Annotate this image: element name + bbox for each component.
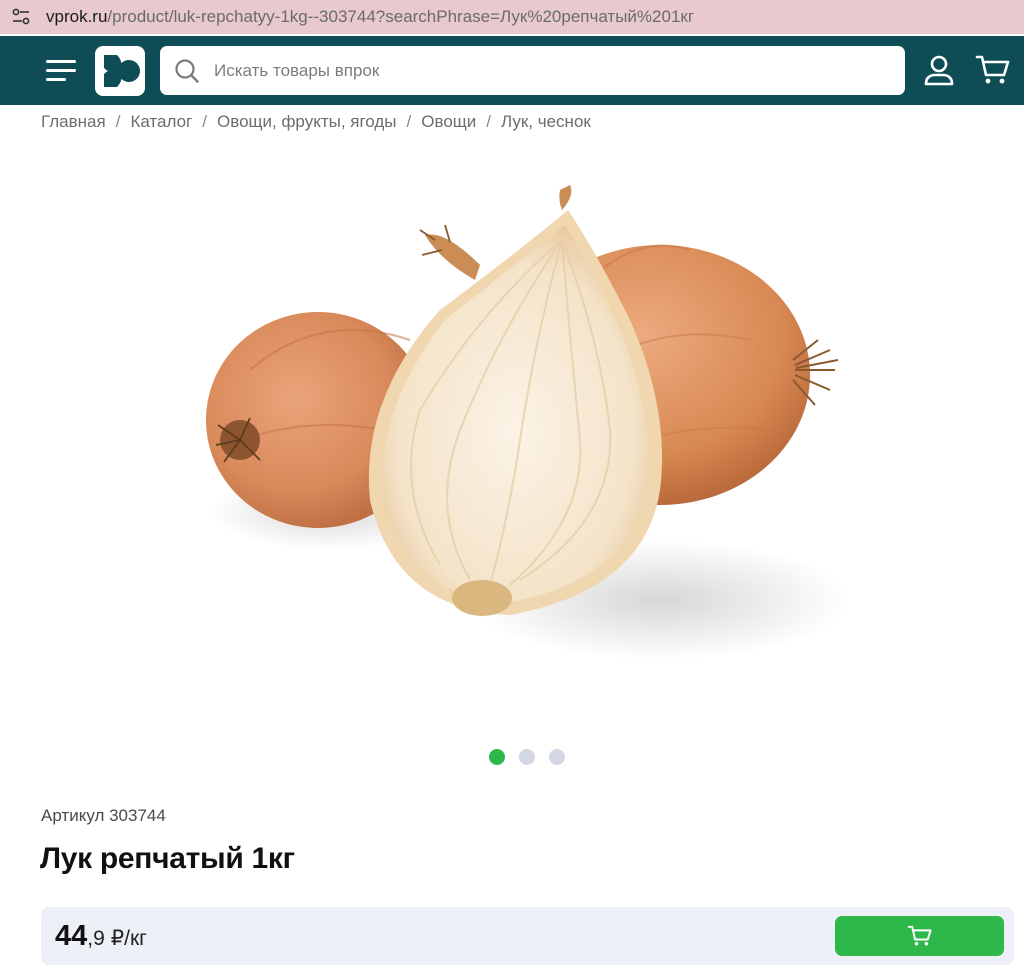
vprok-logo-icon[interactable] [94, 45, 146, 97]
search-bar[interactable] [160, 46, 905, 95]
product-article: Артикул 303744 [41, 806, 166, 825]
search-input[interactable] [214, 60, 854, 81]
site-header [0, 36, 1024, 105]
breadcrumb-separator: / [406, 112, 412, 131]
price-unit: ₽/кг [110, 927, 147, 950]
carousel-dots [489, 749, 565, 765]
carousel-dot-2[interactable] [519, 749, 535, 765]
cart-icon [907, 925, 932, 946]
price: 44 ,9 ₽/кг [55, 920, 147, 953]
breadcrumb-separator: / [486, 112, 492, 131]
breadcrumb-item-catalog[interactable]: Каталог [130, 112, 192, 132]
breadcrumb-item-vegetables-fruits-berries[interactable]: Овощи, фрукты, ягоды [217, 112, 397, 132]
breadcrumb-item-onion-garlic[interactable]: Лук, чеснок [501, 112, 591, 132]
price-bar: 44 ,9 ₽/кг [41, 907, 1014, 965]
search-icon [175, 58, 199, 83]
product-image[interactable] [190, 170, 860, 690]
url-path: /product/luk-repchatyy-1kg--303744?searc… [107, 7, 695, 26]
breadcrumb-separator: / [202, 112, 207, 131]
tune-icon[interactable] [8, 4, 34, 30]
carousel-dot-1[interactable] [489, 749, 505, 765]
breadcrumb-separator: / [115, 112, 121, 131]
product-title: Лук репчатый 1кг [40, 842, 295, 875]
browser-address-bar[interactable]: vprok.ru/product/luk-repchatyy-1kg--3037… [0, 0, 1024, 34]
url-host: vprok.ru [46, 7, 108, 26]
breadcrumb-item-vegetables[interactable]: Овощи [421, 112, 476, 132]
price-fraction: ,9 [87, 927, 105, 950]
add-to-cart-button[interactable] [835, 916, 1004, 956]
cart-icon[interactable] [975, 53, 1011, 87]
address-url[interactable]: vprok.ru/product/luk-repchatyy-1kg--3037… [46, 7, 694, 27]
breadcrumb-item-home[interactable]: Главная [41, 112, 106, 132]
breadcrumb: Главная / Каталог / Овощи, фрукты, ягоды… [41, 112, 591, 132]
price-integer: 44 [55, 920, 88, 952]
hamburger-menu-icon[interactable] [46, 56, 78, 84]
carousel-dot-3[interactable] [549, 749, 565, 765]
user-icon[interactable] [921, 54, 957, 88]
